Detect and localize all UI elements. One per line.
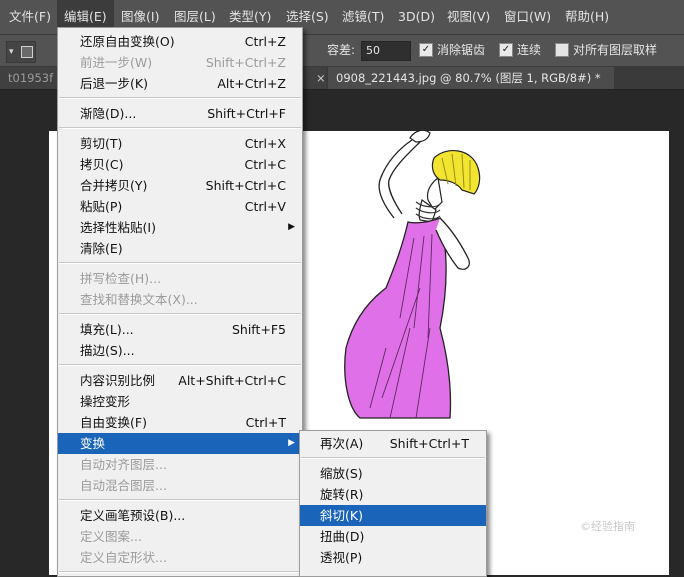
transform-submenu: 再次(A) Shift+Ctrl+T 缩放(S) 旋转(R) 斜切(K) 扭曲(D… — [299, 430, 487, 577]
sample-all-layers-checkbox[interactable] — [555, 43, 569, 57]
tolerance-input[interactable]: 50 — [361, 41, 411, 61]
menu-item-transform[interactable]: 变换 ▶ — [58, 433, 302, 454]
menu-item-cut[interactable]: 剪切(T) Ctrl+X — [58, 133, 302, 154]
menu-item-define-custom-shape[interactable]: 定义自定形状... — [58, 547, 302, 568]
antialias-label: 消除锯齿 — [437, 43, 486, 57]
menu-item-copy[interactable]: 拷贝(C) Ctrl+C — [58, 154, 302, 175]
menu-separator — [59, 262, 301, 264]
edit-menu-dropdown: 还原自由变换(O) Ctrl+Z 前进一步(W) Shift+Ctrl+Z 后退一步… — [57, 27, 303, 577]
submenu-item-perspective[interactable]: 透视(P) — [300, 547, 486, 568]
tab-document-2[interactable]: 0908_221443.jpg @ 80.7% (图层 1, RGB/8#) *… — [328, 67, 614, 107]
submenu-arrow-icon: ▶ — [288, 438, 295, 448]
menu-file[interactable]: 文件(F) — [2, 0, 58, 34]
watermark: ©经验指南 — [580, 520, 635, 533]
menu-item-step-forward[interactable]: 前进一步(W) Shift+Ctrl+Z — [58, 52, 302, 73]
menu-filter[interactable]: 滤镜(T) — [335, 0, 391, 34]
menu-3d[interactable]: 3D(D) — [391, 0, 442, 34]
tool-preset-picker[interactable]: ▾ — [6, 41, 36, 63]
menu-item-puppet-warp[interactable]: 操控变形 — [58, 391, 302, 412]
menu-separator — [59, 499, 301, 501]
tab-title: t01953f — [8, 71, 54, 85]
sample-all-layers-label: 对所有图层取样 — [573, 43, 658, 57]
menu-item-fill[interactable]: 填充(L)... Shift+F5 — [58, 319, 302, 340]
menu-item-copy-merged[interactable]: 合并拷贝(Y) Shift+Ctrl+C — [58, 175, 302, 196]
menu-item-auto-align-layers[interactable]: 自动对齐图层... — [58, 454, 302, 475]
contiguous-label: 连续 — [517, 43, 542, 57]
menu-item-free-transform[interactable]: 自由变换(F) Ctrl+T — [58, 412, 302, 433]
menu-item-content-aware-scale[interactable]: 内容识别比例 Alt+Shift+Ctrl+C — [58, 370, 302, 391]
submenu-item-rotate[interactable]: 旋转(R) — [300, 484, 486, 505]
submenu-item-again[interactable]: 再次(A) Shift+Ctrl+T — [300, 433, 486, 454]
menu-item-stroke[interactable]: 描边(S)... — [58, 340, 302, 361]
menu-item-step-backward[interactable]: 后退一步(K) Alt+Ctrl+Z — [58, 73, 302, 94]
menu-item-clear[interactable]: 清除(E) — [58, 238, 302, 259]
menu-separator — [59, 571, 301, 573]
contiguous-checkbox[interactable]: ✓ — [499, 43, 513, 57]
menu-item-define-brush-preset[interactable]: 定义画笔预设(B)... — [58, 505, 302, 526]
menu-help[interactable]: 帮助(H) — [558, 0, 616, 34]
menu-view[interactable]: 视图(V) — [440, 0, 497, 34]
submenu-arrow-icon: ▶ — [288, 222, 295, 232]
menu-item-find-replace-text[interactable]: 查找和替换文本(X)... — [58, 289, 302, 310]
tab-title: 0908_221443.jpg @ 80.7% (图层 1, RGB/8#) * — [336, 71, 601, 85]
menu-separator — [59, 97, 301, 99]
menu-separator — [59, 313, 301, 315]
dancer-illustration — [344, 129, 481, 419]
menu-separator — [301, 457, 485, 459]
menu-separator — [59, 127, 301, 129]
menu-item-auto-blend-layers[interactable]: 自动混合图层... — [58, 475, 302, 496]
menu-item-paste-special[interactable]: 选择性粘贴(I) ▶ — [58, 217, 302, 238]
menu-separator — [59, 364, 301, 366]
submenu-item-distort[interactable]: 扭曲(D) — [300, 526, 486, 547]
menu-window[interactable]: 窗口(W) — [497, 0, 558, 34]
menu-item-define-pattern[interactable]: 定义图案... — [58, 526, 302, 547]
menu-item-check-spelling[interactable]: 拼写检查(H)... — [58, 268, 302, 289]
submenu-item-skew[interactable]: 斜切(K) — [300, 505, 486, 526]
chevron-down-icon: ▾ — [9, 47, 14, 57]
menu-item-fade[interactable]: 渐隐(D)... Shift+Ctrl+F — [58, 103, 302, 124]
antialias-checkbox[interactable]: ✓ — [419, 43, 433, 57]
menu-item-paste[interactable]: 粘贴(P) Ctrl+V — [58, 196, 302, 217]
close-icon[interactable]: × — [316, 67, 326, 89]
tolerance-label: 容差: — [327, 43, 356, 57]
tool-square-icon — [21, 46, 33, 58]
menu-item-undo-free-transform[interactable]: 还原自由变换(O) Ctrl+Z — [58, 31, 302, 52]
submenu-item-scale[interactable]: 缩放(S) — [300, 463, 486, 484]
